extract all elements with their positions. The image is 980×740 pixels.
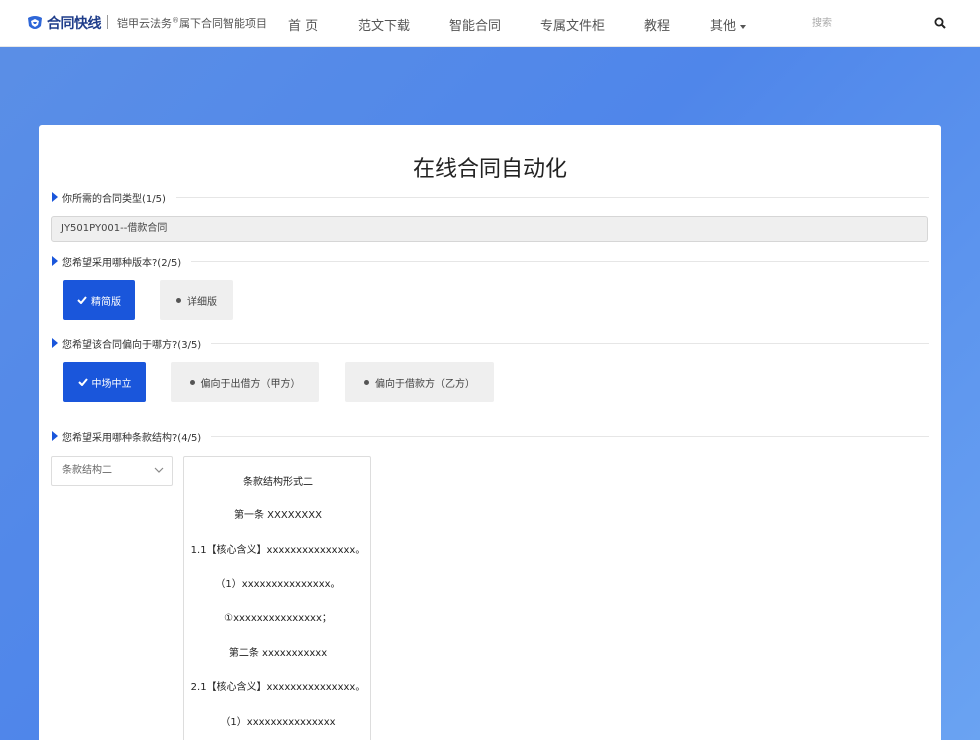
check-icon <box>77 296 87 304</box>
preview-line: 2.1【核心含义】xxxxxxxxxxxxxxx。 <box>190 682 366 693</box>
preview-line: （1）xxxxxxxxxxxxxxx <box>220 717 336 728</box>
preview-line: 第一条 XXXXXXXX <box>234 510 322 521</box>
option-detailed-version[interactable]: 详细版 <box>160 280 233 320</box>
registered-mark: ® <box>172 16 179 25</box>
logo-text: 合同快线 <box>47 16 102 32</box>
section-divider <box>211 435 929 437</box>
bullet-icon <box>364 379 369 385</box>
preview-line: 第二条 xxxxxxxxxxx <box>228 648 328 659</box>
preview-heading: 条款结构形式二 <box>243 477 313 488</box>
section-label: 您希望采用哪种版本?(2/5) <box>62 257 182 269</box>
nav-smart-contract[interactable]: 智能合同 <box>449 15 501 34</box>
select-value: 条款结构二 <box>62 465 112 476</box>
subtitle-pre: 铠甲云法务 <box>117 17 172 30</box>
triangle-marker-icon <box>52 256 58 266</box>
section-label: 您希望该合同偏向于哪方?(3/5) <box>62 339 202 351</box>
nav-home[interactable]: 首 页 <box>288 15 318 34</box>
main-card: 在线合同自动化 你所需的合同类型(1/5) JY501PY001--借款合同 您… <box>39 125 941 740</box>
option-label: 偏向于借款方（乙方） <box>375 378 475 390</box>
preview-line: （1）xxxxxxxxxxxxxxx。 <box>215 579 341 590</box>
option-label: 偏向于出借方（甲方） <box>200 378 301 390</box>
option-label: 中场中立 <box>91 378 132 390</box>
preview-line: ①xxxxxxxxxxxxxxx； <box>224 613 332 624</box>
section-clause-structure: 您希望采用哪种条款结构?(4/5) <box>52 429 929 444</box>
logo-subtitle: 铠甲云法务®属下合同智能项目 <box>117 15 267 31</box>
section-label: 您希望采用哪种条款结构?(4/5) <box>62 432 202 444</box>
option-label: 精简版 <box>91 296 121 308</box>
logo-shield-icon <box>26 15 44 32</box>
section-divider <box>175 196 929 198</box>
option-favor-lender[interactable]: 偏向于出借方（甲方） <box>171 362 319 402</box>
nav-other-label: 其他 <box>710 19 737 34</box>
nav-file-cabinet[interactable]: 专属文件柜 <box>540 15 605 34</box>
clause-structure-preview: 条款结构形式二 第一条 XXXXXXXX 1.1【核心含义】xxxxxxxxxx… <box>183 456 371 740</box>
section-divider <box>191 260 929 262</box>
search-input[interactable] <box>800 11 910 35</box>
triangle-marker-icon <box>52 431 58 441</box>
chevron-down-icon <box>154 467 164 473</box>
subtitle-post: 属下合同智能项目 <box>179 17 267 30</box>
site-logo[interactable]: 合同快线 <box>26 13 102 33</box>
option-label: 详细版 <box>187 296 217 308</box>
nav-templates-download[interactable]: 范文下载 <box>358 15 410 34</box>
section-bias: 您希望该合同偏向于哪方?(3/5) <box>52 336 929 351</box>
section-divider <box>211 342 929 344</box>
caret-down-icon <box>740 24 747 29</box>
preview-line: 1.1【核心含义】xxxxxxxxxxxxxxx。 <box>190 545 366 556</box>
check-icon <box>77 378 88 386</box>
clause-structure-select[interactable]: 条款结构二 <box>51 456 173 486</box>
nav-tutorial[interactable]: 教程 <box>644 15 670 34</box>
search-icon[interactable] <box>934 17 946 29</box>
bullet-icon <box>176 297 181 303</box>
triangle-marker-icon <box>52 192 58 202</box>
logo-divider <box>107 15 108 29</box>
contract-type-field[interactable]: JY501PY001--借款合同 <box>51 216 928 242</box>
section-label: 你所需的合同类型(1/5) <box>62 193 166 205</box>
nav-other-dropdown[interactable]: 其他 <box>710 15 747 34</box>
top-navbar: 合同快线 铠甲云法务®属下合同智能项目 首 页 范文下载 智能合同 专属文件柜 … <box>0 0 980 47</box>
section-contract-type: 你所需的合同类型(1/5) <box>52 190 929 205</box>
section-version: 您希望采用哪种版本?(2/5) <box>52 254 929 269</box>
option-concise-version[interactable]: 精简版 <box>63 280 135 320</box>
option-favor-borrower[interactable]: 偏向于借款方（乙方） <box>345 362 494 402</box>
bullet-icon <box>189 379 195 385</box>
option-neutral[interactable]: 中场中立 <box>63 362 146 402</box>
triangle-marker-icon <box>52 338 58 348</box>
page-title: 在线合同自动化 <box>412 157 567 182</box>
